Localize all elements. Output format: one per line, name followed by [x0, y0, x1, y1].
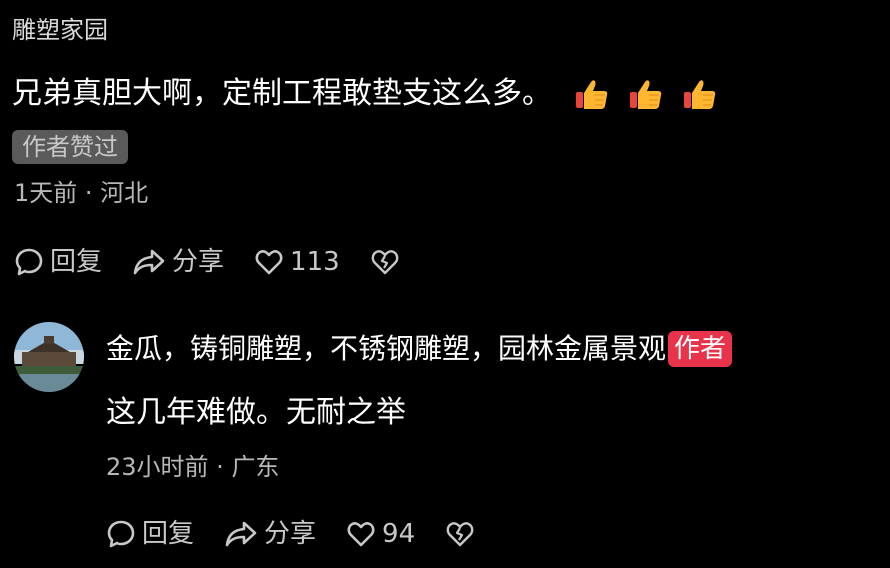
reply-location: 广东 — [231, 453, 280, 481]
share-arrow-icon — [133, 249, 165, 275]
meta-separator: · — [208, 453, 232, 481]
dislike-button[interactable] — [445, 519, 475, 549]
broken-heart-icon — [446, 522, 474, 547]
heart-icon — [347, 522, 375, 547]
dislike-button[interactable] — [370, 247, 400, 277]
author-badge: 作者 — [668, 331, 733, 367]
comment-location: 河北 — [100, 179, 149, 207]
reply-label: 回复 — [142, 519, 195, 549]
reply-header: 金瓜，铸铜雕塑，不锈钢雕塑，园林金属景观 作者 — [106, 330, 733, 368]
share-button[interactable]: 分享 — [224, 514, 316, 554]
meta-separator: · — [77, 179, 101, 207]
like-button[interactable]: 94 — [346, 514, 415, 554]
reply-label: 回复 — [50, 247, 103, 277]
comment-meta: 1天前 · 河北 — [14, 176, 148, 210]
comment-actions: 回复 分享 113 — [14, 242, 430, 282]
thumbs-up-icon — [576, 80, 608, 109]
share-label: 分享 — [172, 247, 225, 277]
reply-username[interactable]: 金瓜，铸铜雕塑，不锈钢雕塑，园林金属景观 — [106, 330, 666, 368]
thumbs-up-icon — [630, 80, 662, 109]
comment-bubble-icon — [15, 248, 43, 276]
broken-heart-icon — [371, 250, 399, 275]
avatar-image — [14, 322, 84, 392]
thumbs-up-icon — [684, 80, 716, 109]
comment-time: 1天前 — [14, 179, 78, 207]
reply-time: 23小时前 — [106, 453, 209, 481]
author-liked-tag: 作者赞过 — [12, 130, 128, 164]
share-label: 分享 — [264, 519, 317, 549]
like-count: 113 — [290, 247, 340, 277]
reply-actions: 回复 分享 94 — [106, 514, 505, 554]
reply-button[interactable]: 回复 — [106, 514, 194, 554]
emoji-row — [574, 76, 736, 112]
like-count: 94 — [382, 519, 416, 549]
like-button[interactable]: 113 — [254, 242, 340, 282]
reply-meta: 23小时前 · 广东 — [106, 450, 279, 484]
share-button[interactable]: 分享 — [132, 242, 224, 282]
heart-icon — [255, 250, 283, 275]
comment-bubble-icon — [107, 520, 135, 548]
avatar[interactable] — [14, 322, 84, 392]
reply-button[interactable]: 回复 — [14, 242, 102, 282]
comment-text: 兄弟真胆大啊，定制工程敢垫支这么多。 — [12, 76, 552, 111]
share-arrow-icon — [225, 521, 257, 547]
reply-text: 这几年难做。无耐之举 — [106, 395, 406, 430]
comment-username[interactable]: 雕塑家园 — [12, 14, 108, 46]
comment-body: 兄弟真胆大啊，定制工程敢垫支这么多。 — [12, 74, 736, 114]
